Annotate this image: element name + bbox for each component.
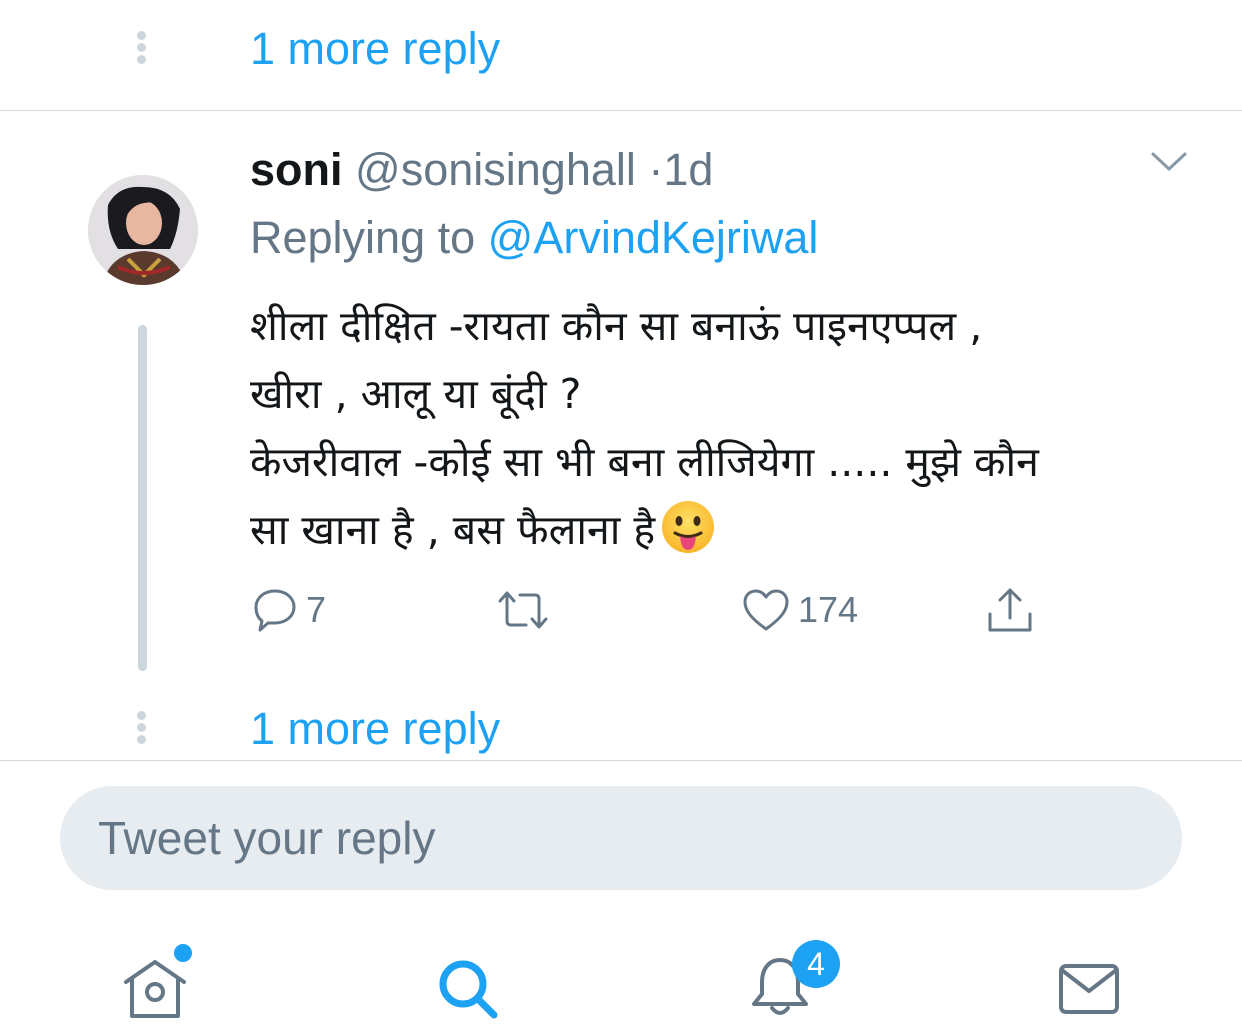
reply-action[interactable]: 7	[252, 585, 326, 635]
replying-to: Replying to @ArvindKejriwal	[250, 211, 818, 265]
search-icon	[436, 960, 500, 1025]
like-action[interactable]: 174	[742, 585, 858, 635]
tab-search[interactable]	[436, 957, 500, 1025]
tweet-header: soni @sonisinghall ·1d	[250, 143, 713, 197]
home-icon	[122, 960, 188, 1024]
tab-bar: 4	[0, 920, 1242, 1034]
user-handle[interactable]: @sonisinghall	[355, 144, 636, 195]
reply-box[interactable]	[60, 786, 1182, 890]
divider-top	[0, 110, 1242, 111]
tweet-text-line-content: सा खाना है , बस फैलाना है	[250, 506, 656, 554]
retweet-icon	[496, 587, 550, 633]
bell-icon	[748, 958, 812, 1024]
replying-mention-link[interactable]: @ArvindKejriwal	[488, 212, 819, 263]
comment-icon	[252, 587, 298, 633]
mail-icon	[1058, 964, 1120, 1019]
tab-home[interactable]	[122, 941, 195, 1024]
tweet-text-line: खीरा , आलू या बूंदी ?	[250, 370, 582, 418]
reply-count: 7	[306, 589, 327, 630]
face-with-stuck-out-tongue-icon	[661, 500, 715, 554]
tab-messages[interactable]	[1058, 963, 1120, 1019]
tweet-time[interactable]: 1d	[663, 144, 713, 195]
heart-icon	[742, 587, 790, 633]
tab-notifications[interactable]: 4	[748, 940, 840, 1024]
like-count: 174	[798, 589, 859, 630]
tweet-text-line-last: सा खाना है , बस फैलाना है	[250, 496, 1180, 564]
thread-more-dots-icon	[137, 711, 147, 747]
share-action[interactable]	[986, 585, 1034, 635]
home-new-dot	[171, 941, 195, 965]
thread-more-dots-icon	[137, 31, 147, 67]
replying-prefix: Replying to	[250, 212, 476, 263]
tweet-text-line: शीला दीक्षित -रायता कौन सा बनाऊं पाइनएप्…	[250, 302, 983, 350]
reply-input[interactable]	[60, 786, 1182, 890]
tweet-text-line: केजरीवाल -कोई सा भी बना लीजियेगा ..... म…	[250, 438, 1039, 486]
thread-line	[138, 325, 147, 671]
avatar[interactable]	[88, 175, 198, 285]
header-separator: ·	[648, 144, 664, 195]
notifications-badge: 4	[792, 940, 840, 988]
divider-bottom	[0, 760, 1242, 761]
chevron-down-icon[interactable]	[1150, 150, 1188, 174]
tweet-text: शीला दीक्षित -रायता कौन सा बनाऊं पाइनएप्…	[250, 292, 1180, 564]
more-reply-link-top[interactable]: 1 more reply	[250, 26, 500, 71]
retweet-action[interactable]	[496, 585, 550, 635]
share-icon	[986, 586, 1034, 634]
user-name[interactable]: soni	[250, 144, 343, 195]
more-reply-link-bottom[interactable]: 1 more reply	[250, 706, 500, 751]
